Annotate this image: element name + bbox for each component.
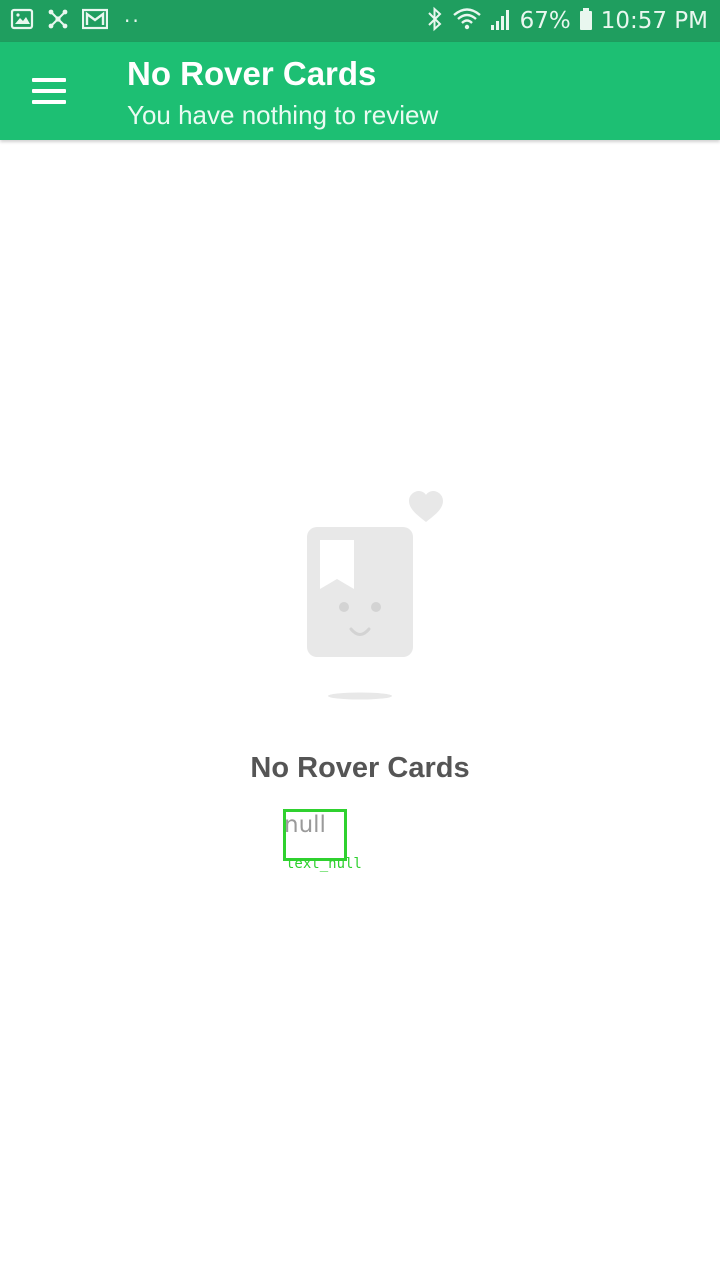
app-bar: No Rover Cards You have nothing to revie… [0,42,720,140]
system-status: 67% 10:57 PM [426,0,708,42]
empty-state-title: No Rover Cards [250,752,470,784]
wifi-icon [452,6,482,37]
signal-icon [490,7,512,36]
status-bar: ·· 67% 10:57 PM [0,0,720,42]
app-bar-subtitle: You have nothing to review [127,100,439,130]
debug-highlight-label: text_null [286,856,362,872]
overflow-dots: ·· [124,9,141,33]
gallery-icon [10,7,34,36]
app-bar-title: No Rover Cards [127,55,377,92]
battery-icon [579,7,593,36]
clock: 10:57 PM [600,8,708,34]
network-icon [46,7,70,36]
bluetooth-icon [426,6,444,37]
mail-icon [81,7,109,36]
debug-highlight-box [283,809,347,861]
menu-button[interactable] [24,68,74,114]
empty-card-face-icon [300,486,450,706]
notification-icons: ·· [10,8,141,34]
battery-percent: 67% [519,8,571,34]
